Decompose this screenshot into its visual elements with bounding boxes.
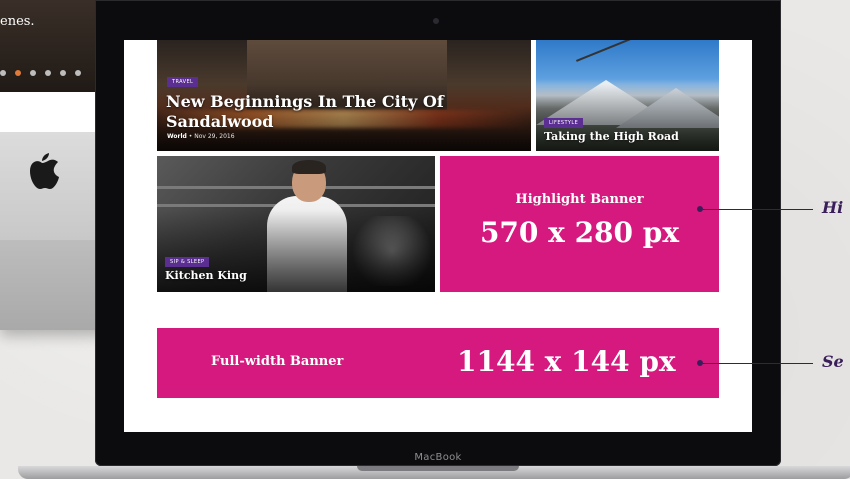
article-section[interactable]: World xyxy=(167,133,187,140)
category-badge[interactable]: SIP & SLEEP xyxy=(165,257,210,267)
article-meta: World • Nov 29, 2016 xyxy=(167,133,235,140)
macbook-base-notch xyxy=(357,466,519,471)
highlight-banner-size: 570 x 280 px xyxy=(479,216,680,249)
article-date: Nov 29, 2016 xyxy=(194,133,235,140)
carousel-dot[interactable] xyxy=(75,70,81,76)
carousel-dot[interactable] xyxy=(60,70,66,76)
full-width-banner-size: 1144 x 144 px xyxy=(457,345,676,378)
callout-line-highlight xyxy=(703,209,813,210)
article-title[interactable]: Taking the High Road xyxy=(544,130,679,143)
highlight-banner[interactable]: Highlight Banner 570 x 280 px xyxy=(440,156,719,292)
article-tile-lifestyle[interactable]: LIFESTYLE Taking the High Road xyxy=(536,40,719,151)
full-width-banner[interactable]: Full-width Banner 1144 x 144 px xyxy=(157,328,719,398)
article-title[interactable]: Kitchen King xyxy=(165,269,247,282)
carousel-dot[interactable] xyxy=(30,70,36,76)
callout-text-full-width: Se xyxy=(822,352,844,371)
category-badge[interactable]: LIFESTYLE xyxy=(544,118,584,128)
category-badge[interactable]: TRAVEL xyxy=(167,77,199,87)
article-title[interactable]: New Beginnings In The City Of Sandalwood xyxy=(166,92,446,132)
callout-line-full-width xyxy=(703,363,813,364)
article-tile-travel[interactable]: TRAVEL New Beginnings In The City Of San… xyxy=(157,40,531,151)
highlight-banner-label: Highlight Banner xyxy=(515,192,644,207)
carousel-dot[interactable] xyxy=(45,70,51,76)
carousel-dots xyxy=(0,70,81,76)
article-tile-sip-and-sleep[interactable]: SIP & SLEEP Kitchen King xyxy=(157,156,435,292)
macbook-lid: TRAVEL New Beginnings In The City Of San… xyxy=(95,0,781,466)
macbook-brand-label: MacBook xyxy=(414,452,462,463)
tile-image-chef-hair xyxy=(292,160,326,174)
tile-image-bridge xyxy=(576,40,716,62)
background-device-partial-text: enes. xyxy=(0,14,35,29)
apple-logo-icon xyxy=(30,153,59,189)
full-width-banner-label: Full-width Banner xyxy=(211,354,344,369)
callout-text-highlight: Hi xyxy=(822,198,844,217)
macbook-screen: TRAVEL New Beginnings In The City Of San… xyxy=(124,40,752,432)
carousel-dot[interactable] xyxy=(0,70,6,76)
carousel-dot-active[interactable] xyxy=(15,70,21,76)
camera-icon xyxy=(433,18,439,24)
